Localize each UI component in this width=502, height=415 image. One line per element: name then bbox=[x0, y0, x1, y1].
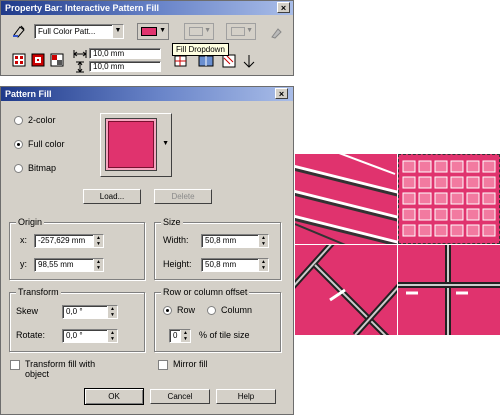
fill-color-swatch bbox=[141, 27, 157, 36]
property-bar-title: Property Bar: Interactive Pattern Fill bbox=[5, 3, 160, 13]
chevron-down-icon: ▼ bbox=[204, 27, 211, 34]
dialog-title: Pattern Fill bbox=[5, 89, 52, 99]
origin-y-label: y: bbox=[20, 259, 28, 269]
dialog-close-button[interactable]: × bbox=[275, 88, 288, 99]
pattern-preview-swatch bbox=[105, 118, 157, 171]
pattern-height-field[interactable]: 10,0 mm bbox=[89, 61, 161, 72]
full-color-radio[interactable] bbox=[14, 140, 23, 149]
full-color-pattern-icon[interactable] bbox=[30, 52, 46, 68]
chevron-down-icon: ▼ bbox=[162, 140, 169, 147]
delete-button[interactable]: Delete bbox=[154, 189, 212, 204]
bitmap-radio[interactable] bbox=[14, 164, 23, 173]
origin-label: Origin bbox=[16, 217, 45, 227]
pattern-fill-dialog: Pattern Fill × 2-color Full color Bitmap… bbox=[0, 86, 294, 415]
mirror-fill-checkbox[interactable] bbox=[158, 360, 168, 370]
size-height-value: 50,8 mm bbox=[205, 260, 237, 269]
fill-dropdown-button[interactable]: ▼ bbox=[137, 23, 169, 40]
rotate-label: Rotate: bbox=[16, 330, 46, 340]
origin-x-spinner[interactable]: ▲ ▼ bbox=[93, 235, 103, 247]
origin-y-field[interactable]: 98,55 mm ▲ ▼ bbox=[34, 258, 104, 272]
front-color-dropdown[interactable]: ▼ bbox=[184, 23, 214, 40]
ok-button[interactable]: OK bbox=[84, 388, 144, 405]
chevron-down-icon: ▼ bbox=[159, 27, 166, 34]
transform-fill-checkbox[interactable] bbox=[10, 360, 20, 370]
help-button[interactable]: Help bbox=[216, 389, 276, 404]
pattern-width-value: 10,0 mm bbox=[93, 49, 125, 58]
mirror-fill-label: Mirror fill bbox=[173, 359, 208, 369]
skew-value: 0,0 ° bbox=[66, 307, 83, 316]
back-color-swatch bbox=[231, 27, 245, 36]
chevron-down-icon: ▼ bbox=[246, 27, 253, 34]
skew-label: Skew bbox=[16, 306, 39, 316]
pattern-preview-dropdown[interactable]: ▼ bbox=[100, 113, 172, 177]
pattern-tile-grid bbox=[398, 154, 500, 244]
skew-spinner[interactable]: ▲ ▼ bbox=[107, 306, 117, 318]
size-height-field[interactable]: 50,8 mm ▲ ▼ bbox=[201, 258, 269, 272]
bitmap-label: Bitmap bbox=[28, 163, 57, 173]
origin-x-label: x: bbox=[20, 235, 28, 245]
pattern-icon[interactable] bbox=[269, 24, 285, 40]
transform-label: Transform bbox=[16, 287, 61, 297]
fill-dropdown-tooltip: Fill Dropdown bbox=[172, 43, 229, 56]
property-bar-titlebar[interactable]: Property Bar: Interactive Pattern Fill × bbox=[1, 1, 293, 15]
offset-percent-spinner[interactable]: ▲ ▼ bbox=[180, 330, 190, 342]
offset-percent-field[interactable]: 0 ▲ ▼ bbox=[169, 329, 191, 343]
offset-percent-value: 0 bbox=[173, 331, 178, 340]
size-group: Size Width: 50,8 mm ▲ ▼ Height: 50,8 mm ▲… bbox=[154, 217, 281, 280]
size-width-field[interactable]: 50,8 mm ▲ ▼ bbox=[201, 234, 269, 248]
origin-group: Origin x: -257,629 mm ▲ ▼ y: 98,55 mm ▲ ▼ bbox=[9, 217, 145, 280]
height-icon bbox=[73, 61, 87, 73]
front-color-swatch bbox=[189, 27, 203, 36]
property-bar-window: Property Bar: Interactive Pattern Fill ×… bbox=[0, 0, 294, 76]
pattern-tile-large-squares bbox=[398, 245, 500, 335]
two-color-label: 2-color bbox=[28, 115, 56, 125]
two-color-pattern-icon[interactable] bbox=[11, 52, 27, 68]
rotate-field[interactable]: 0,0 ° ▲ ▼ bbox=[62, 329, 118, 343]
copy-fill-icon[interactable] bbox=[241, 53, 257, 69]
percent-of-tile-label: % of tile size bbox=[199, 330, 250, 340]
origin-x-field[interactable]: -257,629 mm ▲ ▼ bbox=[34, 234, 104, 248]
origin-y-spinner[interactable]: ▲ ▼ bbox=[93, 259, 103, 271]
size-width-value: 50,8 mm bbox=[205, 236, 237, 245]
column-label: Column bbox=[221, 305, 253, 315]
rotate-value: 0,0 ° bbox=[66, 331, 83, 340]
property-bar-close-button[interactable]: × bbox=[277, 2, 290, 13]
offset-group: Row or column offset Row Column 0 ▲ ▼ % o… bbox=[154, 287, 281, 352]
origin-y-value: 98,55 mm bbox=[38, 260, 74, 269]
size-height-spinner[interactable]: ▲ ▼ bbox=[258, 259, 268, 271]
cancel-button[interactable]: Cancel bbox=[150, 389, 210, 404]
row-label: Row bbox=[177, 305, 196, 315]
size-label: Size bbox=[161, 217, 183, 227]
fill-tool-icon[interactable] bbox=[11, 23, 27, 39]
dialog-titlebar[interactable]: Pattern Fill × bbox=[1, 87, 293, 101]
width-icon bbox=[73, 48, 87, 60]
offset-label: Row or column offset bbox=[161, 287, 250, 297]
pattern-width-field[interactable]: 10,0 mm bbox=[89, 48, 161, 59]
transform-fill-label: Transform fill with object bbox=[25, 359, 96, 379]
origin-x-value: -257,629 mm bbox=[38, 236, 86, 245]
back-color-dropdown[interactable]: ▼ bbox=[226, 23, 256, 40]
size-width-label: Width: bbox=[163, 235, 189, 245]
chevron-down-icon: ▼ bbox=[112, 25, 123, 38]
bitmap-pattern-icon[interactable] bbox=[49, 52, 65, 68]
size-width-spinner[interactable]: ▲ ▼ bbox=[258, 235, 268, 247]
two-color-radio[interactable] bbox=[14, 116, 23, 125]
full-color-label: Full color bbox=[28, 139, 65, 149]
skew-field[interactable]: 0,0 ° ▲ ▼ bbox=[62, 305, 118, 319]
pattern-height-value: 10,0 mm bbox=[93, 62, 125, 71]
load-button[interactable]: Load... bbox=[83, 189, 141, 204]
pattern-tile-diagonal-tiles bbox=[295, 245, 397, 335]
size-height-label: Height: bbox=[163, 259, 192, 269]
row-radio[interactable] bbox=[163, 306, 172, 315]
pattern-tile-diagonal-lines bbox=[295, 154, 397, 244]
column-radio[interactable] bbox=[207, 306, 216, 315]
fill-type-dropdown[interactable]: Full Color Patt... ▼ bbox=[34, 24, 124, 39]
transform-group: Transform Skew 0,0 ° ▲ ▼ Rotate: 0,0 ° ▲ ▼ bbox=[9, 287, 145, 352]
fill-type-value: Full Color Patt... bbox=[38, 27, 96, 36]
rotate-spinner[interactable]: ▲ ▼ bbox=[107, 330, 117, 342]
